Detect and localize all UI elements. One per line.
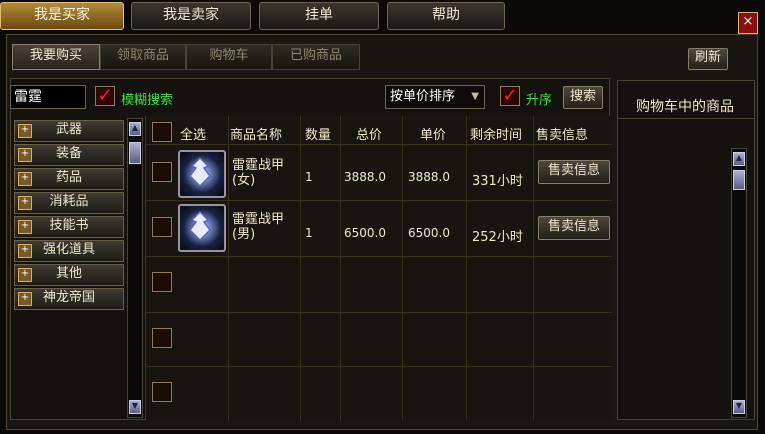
armor-icon (178, 204, 226, 252)
search-input[interactable]: 雷霆 (10, 85, 86, 109)
scroll-thumb[interactable] (129, 142, 141, 164)
fuzzy-search-label: 模糊搜索 (121, 93, 174, 108)
search-button[interactable]: 搜索 (563, 86, 603, 109)
scroll-thumb[interactable] (733, 170, 745, 190)
chevron-down-icon: ▼ (471, 91, 479, 102)
column-divider (300, 116, 301, 420)
tab-buyer[interactable]: 我是买家 (0, 2, 124, 30)
header-unit-price: 单价 (420, 128, 447, 143)
category-label: 装备 (55, 146, 82, 161)
item-unit-price: 6500.0 (408, 226, 450, 240)
category-label: 消耗品 (49, 194, 89, 209)
expand-icon: + (18, 148, 32, 162)
category-label: 技能书 (49, 218, 89, 233)
header-quantity: 数量 (305, 128, 332, 143)
item-remaining-time: 252小时 (472, 230, 523, 245)
category-label: 强化道具 (42, 242, 95, 257)
tab-seller[interactable]: 我是卖家 (131, 2, 251, 30)
column-divider (340, 116, 341, 420)
expand-icon: + (18, 244, 32, 258)
row-divider (145, 366, 612, 367)
expand-icon: + (18, 268, 32, 282)
header-sale-info: 售卖信息 (536, 128, 589, 143)
tab-help[interactable]: 帮助 (387, 2, 505, 30)
expand-icon: + (18, 124, 32, 138)
row-divider (145, 200, 612, 201)
subtab-cart[interactable]: 购物车 (186, 44, 272, 70)
category-label: 药品 (55, 170, 82, 185)
row-divider (145, 256, 612, 257)
sale-info-button[interactable]: 售卖信息 (538, 216, 610, 240)
expand-icon: + (18, 292, 32, 306)
category-consumable[interactable]: + 消耗品 (14, 192, 124, 214)
category-other[interactable]: + 其他 (14, 264, 124, 286)
sort-select[interactable]: 按单价排序 ▼ (385, 85, 485, 109)
cart-divider (618, 118, 754, 119)
category-label: 其他 (55, 266, 82, 281)
item-name-line2: (女) (232, 173, 256, 188)
column-divider (466, 116, 467, 420)
item-quantity: 1 (305, 226, 313, 240)
item-remaining-time: 331小时 (472, 174, 523, 189)
item-quantity: 1 (305, 170, 313, 184)
row-checkbox[interactable] (152, 272, 172, 292)
row-divider (145, 144, 612, 145)
scroll-down-icon[interactable]: ▼ (733, 400, 745, 414)
item-name[interactable]: 雷霆战甲 (女) (232, 158, 284, 188)
column-divider (402, 116, 403, 420)
category-enhance[interactable]: + 强化道具 (14, 240, 124, 262)
expand-icon: + (18, 172, 32, 186)
row-divider (145, 312, 612, 313)
header-name: 商品名称 (230, 128, 283, 143)
header-total-price: 总价 (356, 128, 383, 143)
item-total-price: 3888.0 (344, 170, 386, 184)
expand-icon: + (18, 196, 32, 210)
cart-title: 购物车中的商品 (636, 99, 734, 115)
item-name[interactable]: 雷霆战甲 (男) (232, 212, 284, 242)
category-equipment[interactable]: + 装备 (14, 144, 124, 166)
subtab-buy[interactable]: 我要购买 (12, 44, 100, 70)
item-total-price: 6500.0 (344, 226, 386, 240)
category-label: 神龙帝国 (42, 290, 95, 305)
category-dragon-empire[interactable]: + 神龙帝国 (14, 288, 124, 310)
category-label: 武器 (55, 122, 82, 137)
header-remaining-time: 剩余时间 (470, 128, 523, 143)
row-checkbox[interactable] (152, 162, 172, 182)
subtab-purchased[interactable]: 已购商品 (272, 44, 360, 70)
category-potion[interactable]: + 药品 (14, 168, 124, 190)
expand-icon: + (18, 220, 32, 234)
category-skillbook[interactable]: + 技能书 (14, 216, 124, 238)
sort-select-value: 按单价排序 (390, 89, 456, 104)
refresh-button[interactable]: 刷新 (688, 48, 728, 70)
item-unit-price: 3888.0 (408, 170, 450, 184)
category-weapon[interactable]: + 武器 (14, 120, 124, 142)
item-name-line1: 雷霆战甲 (232, 158, 285, 173)
row-checkbox[interactable] (152, 328, 172, 348)
scroll-up-icon[interactable]: ▲ (129, 122, 141, 136)
row-checkbox[interactable] (152, 382, 172, 402)
item-name-line1: 雷霆战甲 (232, 212, 285, 227)
ascending-checkbox[interactable]: ✓ (500, 86, 520, 106)
fuzzy-search-checkbox[interactable]: ✓ (95, 86, 115, 106)
select-all-label: 全选 (180, 128, 207, 143)
close-icon[interactable]: × (738, 12, 758, 34)
tab-listing[interactable]: 挂单 (259, 2, 379, 30)
column-divider (533, 116, 534, 420)
row-checkbox[interactable] (152, 217, 172, 237)
armor-icon (178, 150, 226, 198)
ascending-label: 升序 (526, 93, 553, 108)
column-divider (228, 116, 229, 420)
scroll-down-icon[interactable]: ▼ (129, 400, 141, 414)
subtab-collect[interactable]: 领取商品 (100, 44, 186, 70)
item-name-line2: (男) (232, 227, 256, 242)
scroll-up-icon[interactable]: ▲ (733, 152, 745, 166)
select-all-checkbox[interactable] (152, 122, 172, 142)
sale-info-button[interactable]: 售卖信息 (538, 160, 610, 184)
